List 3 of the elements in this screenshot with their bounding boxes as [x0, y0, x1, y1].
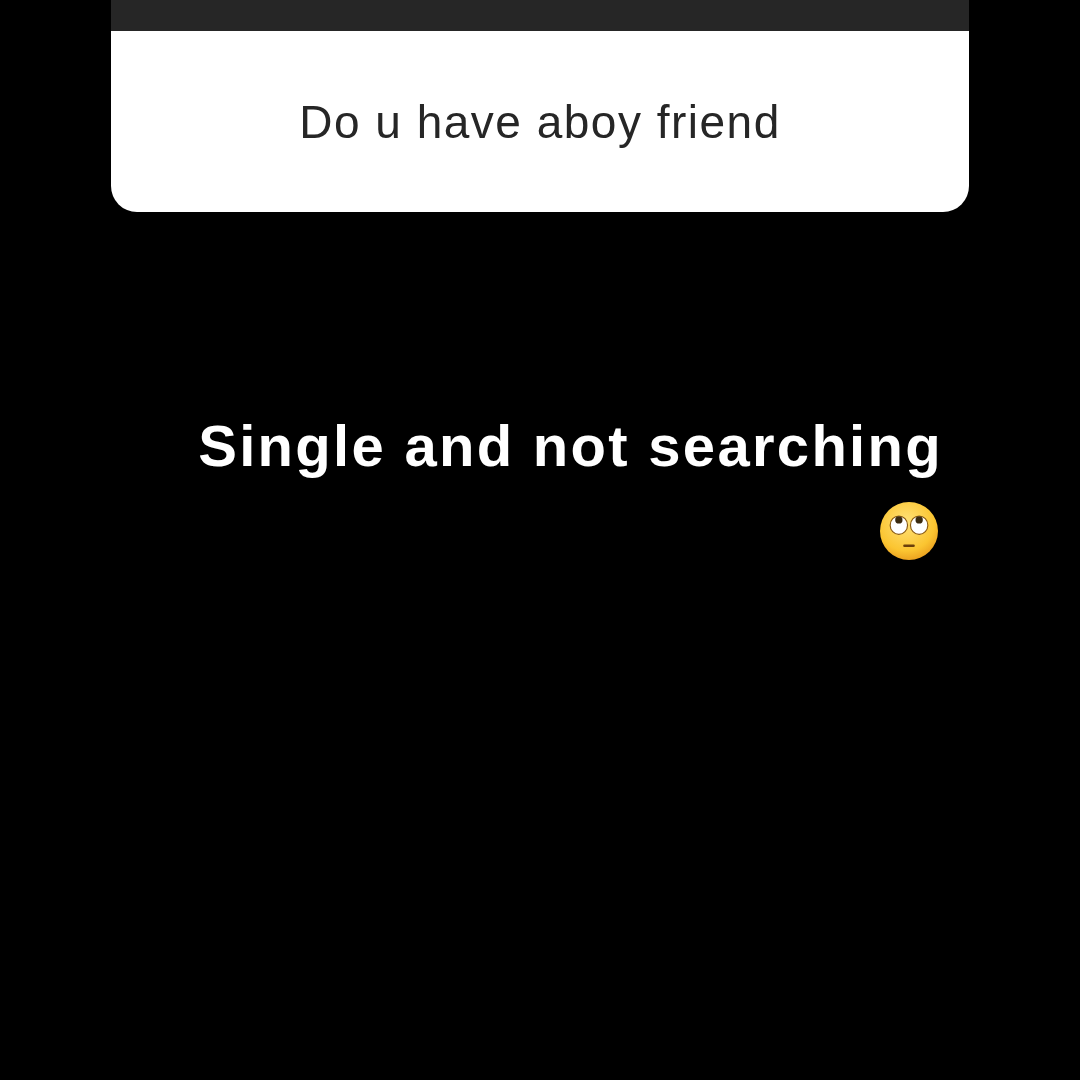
question-text: Do u have aboy friend	[299, 94, 781, 150]
rolling-eyes-emoji-icon	[880, 501, 938, 560]
answer-text: Single and not searching	[198, 412, 943, 480]
